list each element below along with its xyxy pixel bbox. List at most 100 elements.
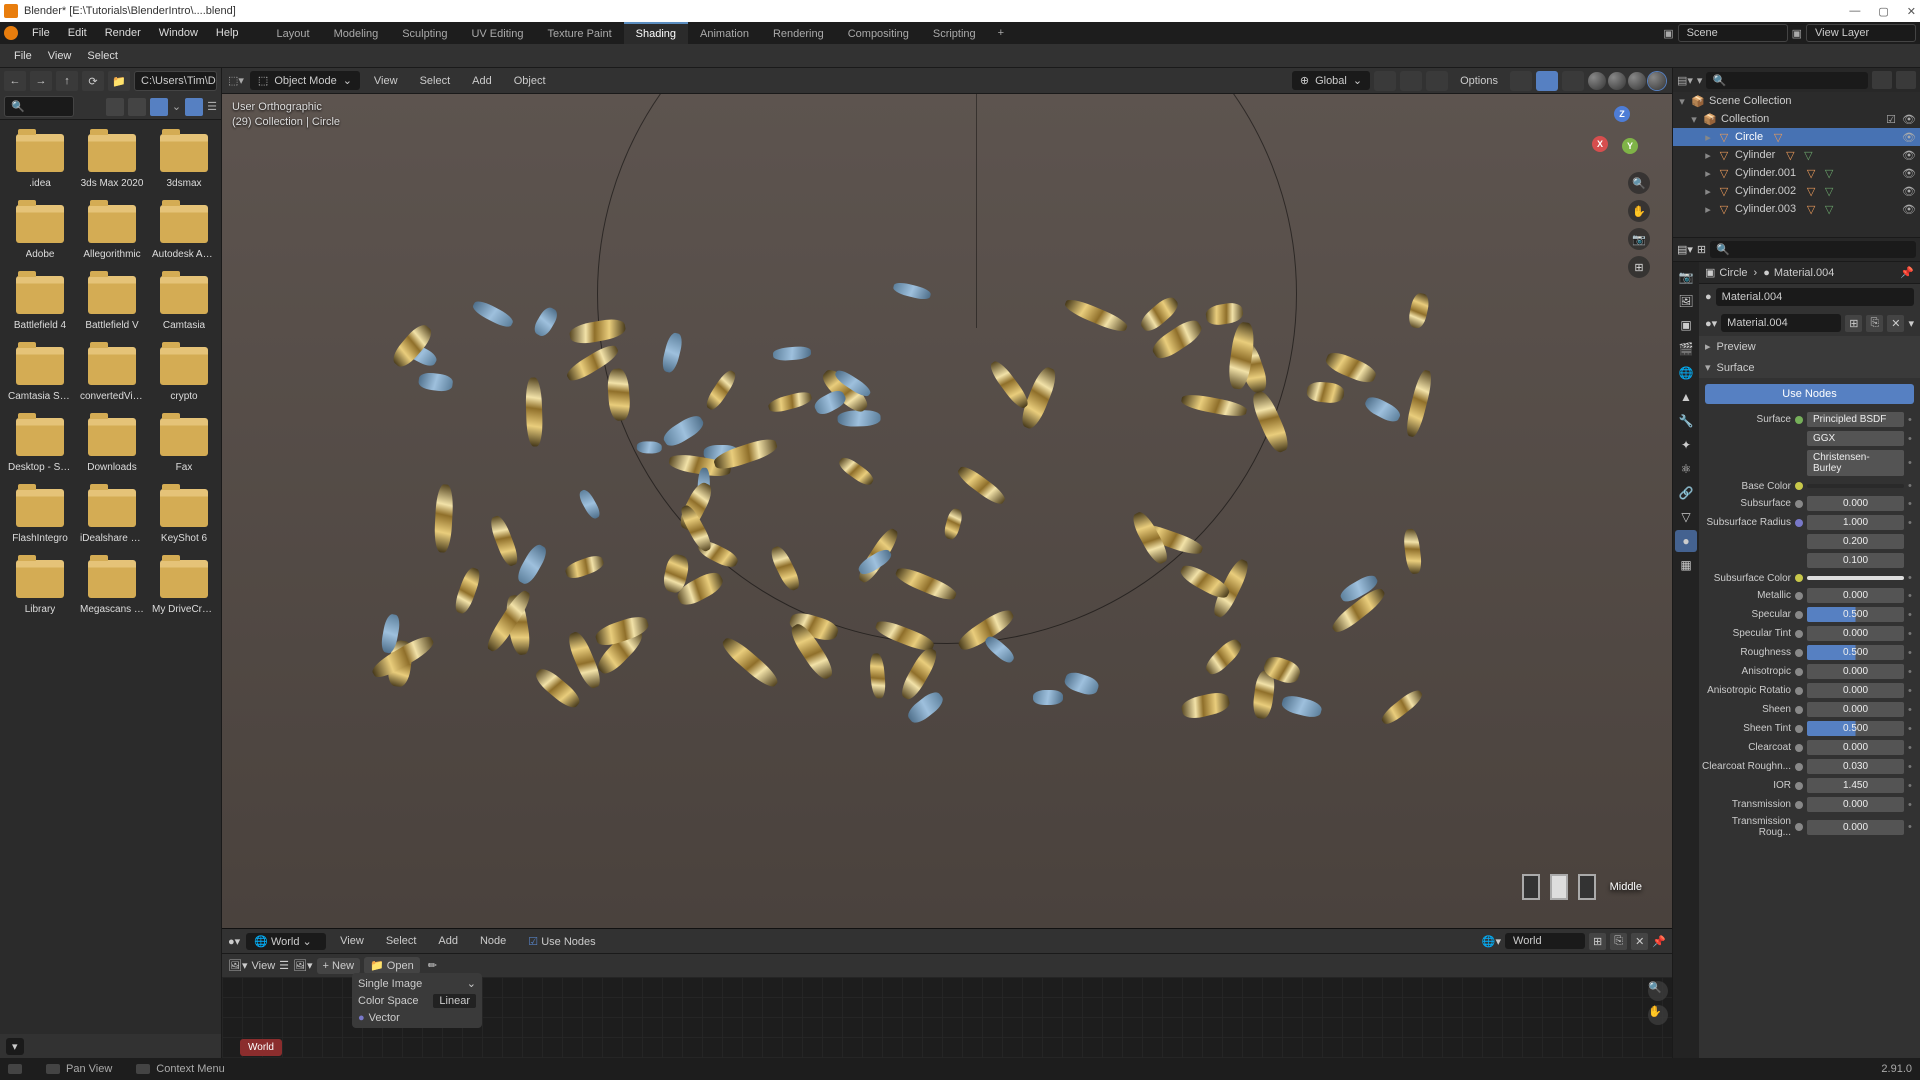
tab-physics[interactable]: ⚛ <box>1675 458 1697 480</box>
ne-zoom-button[interactable]: 🔍 <box>1648 981 1668 1001</box>
ne-copy-button[interactable]: ⎘ <box>1610 933 1627 950</box>
file-item[interactable]: Adobe <box>4 201 76 264</box>
ne-world-dropdown[interactable]: 🌐 World ⌄ <box>246 933 326 950</box>
sub-radius-2[interactable]: 0.200 <box>1807 534 1904 549</box>
ne-menu-add[interactable]: Add <box>430 932 466 950</box>
menu-help[interactable]: Help <box>208 24 247 42</box>
tab-scene[interactable]: 🎬 <box>1675 338 1697 360</box>
aniso-field[interactable]: 0.000 <box>1807 664 1904 679</box>
tab-texture[interactable]: ▦ <box>1675 554 1697 576</box>
file-item[interactable]: convertedVid... <box>76 343 148 406</box>
gizmo-button[interactable] <box>1510 71 1532 91</box>
img-editor-type-icon[interactable]: 🖼▾ <box>228 959 248 972</box>
cc-rough-field[interactable]: 0.030 <box>1807 759 1904 774</box>
material-unlink-button[interactable]: ✕ <box>1887 315 1904 332</box>
display-thumb-button[interactable] <box>150 98 168 116</box>
display-list-button[interactable] <box>106 98 124 116</box>
sss-method-dropdown[interactable]: Christensen-Burley <box>1807 450 1904 476</box>
snap-button[interactable] <box>1400 71 1422 91</box>
workspace-add-button[interactable]: + <box>990 23 1012 43</box>
tab-particle[interactable]: ✦ <box>1675 434 1697 456</box>
axis-z-icon[interactable]: Z <box>1614 106 1630 122</box>
tab-viewlayer[interactable]: ▣ <box>1675 314 1697 336</box>
sort-icon[interactable]: ☰ <box>207 100 217 113</box>
menu-edit[interactable]: Edit <box>60 24 95 42</box>
surface-shader-dropdown[interactable]: Principled BSDF <box>1807 412 1904 427</box>
file-item[interactable]: 3dsmax <box>148 130 220 193</box>
ne-menu-view[interactable]: View <box>332 932 372 950</box>
img-open-icon[interactable]: 🖼▾ <box>293 959 313 972</box>
file-item[interactable]: crypto <box>148 343 220 406</box>
node-row-color-space[interactable]: Color SpaceLinear <box>354 992 480 1010</box>
camera-button[interactable]: 📷 <box>1628 228 1650 250</box>
img-tool-icon[interactable]: ✏ <box>428 959 437 972</box>
file-item[interactable]: Desktop - Sho... <box>4 414 76 477</box>
file-item[interactable]: KeyShot 6 <box>148 485 220 548</box>
blender-icon[interactable] <box>4 26 18 40</box>
outliner-type-icon[interactable]: ▤▾ <box>1677 74 1693 87</box>
tab-constraint[interactable]: 🔗 <box>1675 482 1697 504</box>
world-output-node[interactable]: World <box>240 1039 282 1056</box>
eye-visible-icon[interactable]: 👁 <box>1902 167 1916 180</box>
file-item[interactable]: Fax <box>148 414 220 477</box>
outliner-row[interactable]: ▸▽Circle▽👁 <box>1673 128 1920 146</box>
file-item[interactable]: iDealshare Vi... <box>76 485 148 548</box>
img-new-button[interactable]: + New <box>317 958 361 974</box>
file-item[interactable]: FlashIntegro <box>4 485 76 548</box>
workspace-tab-compositing[interactable]: Compositing <box>836 22 921 44</box>
transmission-field[interactable]: 0.000 <box>1807 797 1904 812</box>
orientation-dropdown[interactable]: ⊕Global⌄ <box>1292 71 1370 90</box>
exclude-checkbox[interactable]: ☑ <box>1886 113 1896 126</box>
material-name-field[interactable]: Material.004 <box>1721 314 1841 332</box>
outliner-search[interactable]: 🔍 <box>1706 72 1868 89</box>
file-item[interactable]: Camtasia Stu... <box>4 343 76 406</box>
file-item[interactable]: My DriveCryp... <box>148 556 220 619</box>
workspace-tab-texture-paint[interactable]: Texture Paint <box>535 22 623 44</box>
file-item[interactable]: Downloads <box>76 414 148 477</box>
bc-object[interactable]: Circle <box>1719 267 1747 279</box>
tab-render[interactable]: 📷 <box>1675 266 1697 288</box>
menu-file[interactable]: File <box>24 24 58 42</box>
ne-type-icon[interactable]: ●▾ <box>228 935 240 948</box>
ne-unlink-button[interactable]: ✕ <box>1631 933 1648 950</box>
pivot-button[interactable] <box>1374 71 1396 91</box>
node-row-single-image[interactable]: Single Image⌄ <box>354 975 480 992</box>
tab-output[interactable]: 🖼 <box>1675 290 1697 312</box>
pan-button[interactable]: ✋ <box>1628 200 1650 222</box>
distribution-dropdown[interactable]: GGX <box>1807 431 1904 446</box>
outliner-row[interactable]: ▸▽Cylinder.001▽▽👁 <box>1673 164 1920 182</box>
env-texture-node[interactable]: Single Image⌄ Color SpaceLinear ●Vector <box>352 973 482 1028</box>
ne-menu-select[interactable]: Select <box>378 932 425 950</box>
persp-button[interactable]: ⊞ <box>1628 256 1650 278</box>
close-button[interactable]: ✕ <box>1907 5 1916 18</box>
sub-radius-1[interactable]: 1.000 <box>1807 515 1904 530</box>
wireframe-shading[interactable] <box>1588 72 1606 90</box>
eye-visible-icon[interactable]: 👁 <box>1902 113 1916 126</box>
eye-visible-icon[interactable]: 👁 <box>1902 149 1916 162</box>
vp-menu-object[interactable]: Object <box>506 72 554 90</box>
tab-object[interactable]: ▲ <box>1675 386 1697 408</box>
tab-world[interactable]: 🌐 <box>1675 362 1697 384</box>
eye-visible-icon[interactable]: 👁 <box>1902 185 1916 198</box>
file-item[interactable]: Camtasia <box>148 272 220 335</box>
workspace-tab-rendering[interactable]: Rendering <box>761 22 836 44</box>
file-search-input[interactable]: 🔍 <box>4 96 74 117</box>
ne-use-nodes-checkbox[interactable]: ☑ Use Nodes <box>520 932 603 951</box>
material-copy-button[interactable]: ⎘ <box>1866 315 1883 332</box>
matprev-shading[interactable] <box>1628 72 1646 90</box>
solid-shading[interactable] <box>1608 72 1626 90</box>
axis-x-icon[interactable]: X <box>1592 136 1608 152</box>
axis-y-icon[interactable]: Y <box>1622 138 1638 154</box>
metallic-field[interactable]: 0.000 <box>1807 588 1904 603</box>
outliner-row[interactable]: ▸▽Cylinder.003▽▽👁 <box>1673 200 1920 218</box>
file-item[interactable]: Battlefield 4 <box>4 272 76 335</box>
tab-modifier[interactable]: 🔧 <box>1675 410 1697 432</box>
base-color-field[interactable] <box>1807 484 1904 488</box>
zoom-button[interactable]: 🔍 <box>1628 172 1650 194</box>
ne-pin-icon[interactable]: 📌 <box>1652 935 1666 948</box>
nav-back-button[interactable]: ← <box>4 71 26 91</box>
editor-type-icon[interactable]: ⬚▾ <box>228 74 244 87</box>
node-canvas[interactable]: Single Image⌄ Color SpaceLinear ●Vector … <box>222 977 1672 1058</box>
ne-menu-node[interactable]: Node <box>472 932 514 950</box>
ne-new-button[interactable]: ⊞ <box>1589 933 1606 950</box>
